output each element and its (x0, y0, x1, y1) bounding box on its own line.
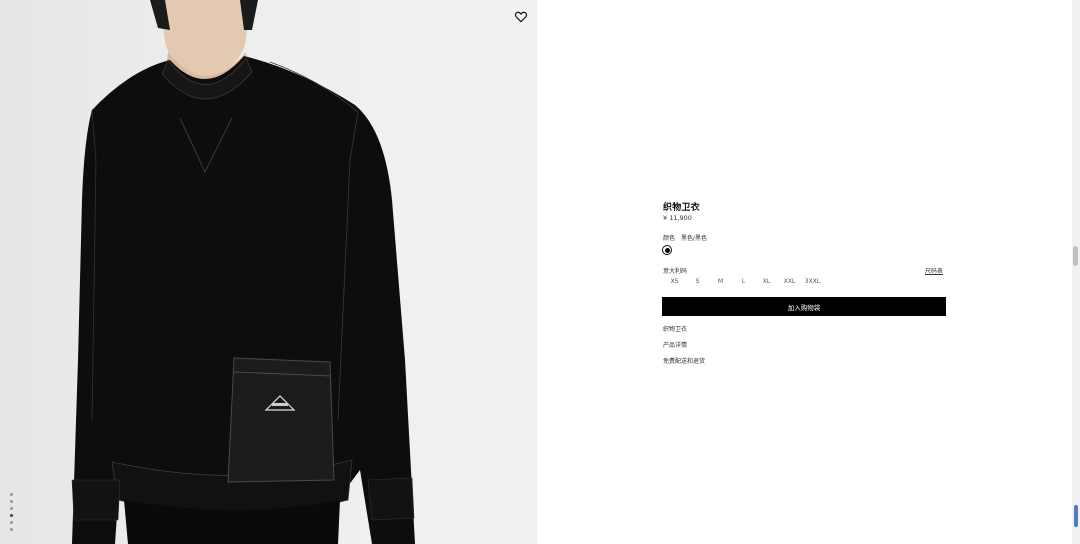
carousel-dot[interactable] (10, 507, 13, 510)
carousel-dot[interactable] (10, 521, 13, 524)
product-gallery[interactable] (0, 0, 537, 544)
accordion-description[interactable]: 织物卫衣 (663, 324, 687, 333)
scrollbar-thumb[interactable] (1073, 246, 1078, 266)
size-option[interactable]: L (732, 278, 755, 285)
accordion-shipping-returns[interactable]: 免费配送和退货 (663, 356, 705, 365)
color-row: 颜色 黑色/黑色 (663, 233, 707, 242)
product-info-panel: 织物卫衣 ¥ 11,900 颜色 黑色/黑色 意大利码 尺码表 XS S M L… (537, 0, 1072, 544)
heart-icon[interactable] (514, 9, 528, 23)
color-value: 黑色/黑色 (680, 235, 707, 242)
product-title: 织物卫衣 (663, 203, 700, 213)
size-option[interactable]: XXL (778, 278, 801, 285)
size-option[interactable]: S (686, 278, 709, 285)
color-label: 颜色 (663, 235, 676, 242)
carousel-dot[interactable] (10, 528, 13, 531)
size-option[interactable]: M (709, 278, 732, 285)
size-option[interactable]: XL (755, 278, 778, 285)
size-guide-link[interactable]: 尺码表 (925, 266, 943, 275)
product-photo (71, 0, 415, 544)
product-price: ¥ 11,900 (663, 214, 692, 222)
carousel-dot-active[interactable] (10, 514, 13, 517)
size-selector: XS S M L XL XXL 3XXL (663, 278, 824, 285)
size-option[interactable]: XS (663, 278, 686, 285)
carousel-dots (9, 493, 15, 535)
scrollbar-indicator (1074, 505, 1078, 527)
accordion-product-details[interactable]: 产品详情 (663, 340, 687, 349)
page-scrollbar[interactable] (1072, 0, 1080, 544)
size-label: 意大利码 (663, 268, 688, 275)
carousel-dot[interactable] (10, 500, 13, 503)
carousel-dot[interactable] (10, 493, 13, 496)
color-swatch-selected[interactable] (662, 245, 672, 255)
size-option[interactable]: 3XXL (801, 278, 824, 285)
add-to-cart-button[interactable]: 加入购物袋 (662, 297, 946, 316)
